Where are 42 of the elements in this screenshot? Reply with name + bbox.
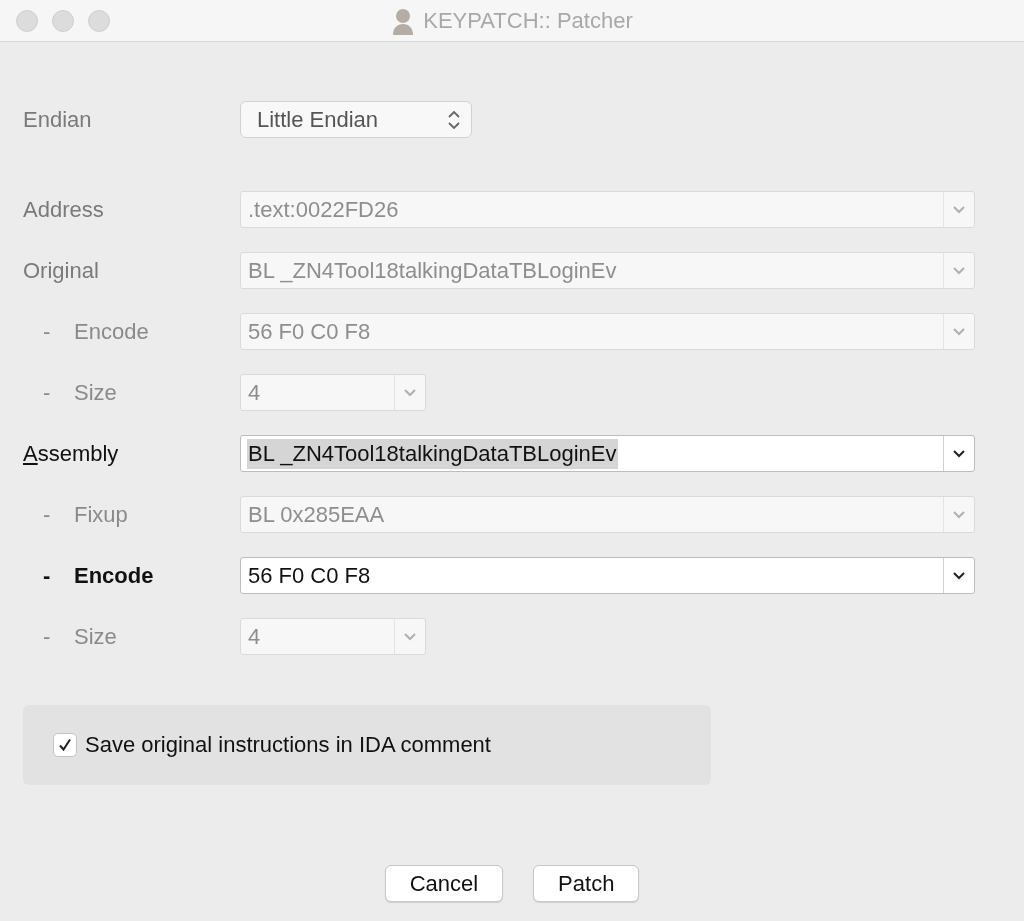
- zoom-button[interactable]: [88, 9, 110, 32]
- combo-field[interactable]: 56 F0 C0 F8: [240, 557, 975, 594]
- checkmark-icon: [57, 737, 73, 753]
- dash-text: -: [42, 623, 52, 650]
- dialog-button[interactable]: Patch: [533, 865, 640, 902]
- field-label: Endian: [23, 106, 92, 133]
- field-label: Address: [23, 196, 104, 223]
- dash-text: -: [42, 379, 52, 406]
- combo-field[interactable]: BL _ZN4Tool18talkingDataTBLoginEv: [240, 252, 975, 289]
- field-label: Size: [74, 379, 117, 406]
- checkbox[interactable]: [53, 733, 77, 757]
- dash-text: -: [42, 562, 52, 589]
- chevron-down-icon: [952, 327, 966, 336]
- combo-field[interactable]: .text:0022FD26: [240, 191, 975, 228]
- chevron-down-icon: [952, 571, 966, 580]
- chevron-down-icon: [952, 266, 966, 275]
- field-label: Original: [23, 257, 99, 284]
- person-silhouette-icon: [391, 6, 416, 35]
- field-label: Fixup: [74, 501, 128, 528]
- field-label: Encode: [74, 562, 154, 589]
- close-button[interactable]: [16, 9, 38, 32]
- dialog-button[interactable]: Cancel: [384, 865, 504, 902]
- dash-text: -: [42, 501, 52, 528]
- chevron-down-icon: [952, 510, 966, 519]
- combo-field[interactable]: 4: [240, 618, 426, 655]
- field-label: Encode: [74, 318, 149, 345]
- field-label: Assembly: [23, 440, 119, 467]
- checkbox-label: Save original instructions in IDA comment: [85, 732, 491, 758]
- minimize-button[interactable]: [52, 9, 74, 32]
- chevron-down-icon: [403, 632, 417, 641]
- combo-field[interactable]: 56 F0 C0 F8: [240, 313, 975, 350]
- combo-field[interactable]: 4: [240, 374, 426, 411]
- up-down-chevron-icon: [447, 108, 461, 131]
- field-label: Size: [74, 623, 117, 650]
- chevron-down-icon: [403, 388, 417, 397]
- chevron-down-icon: [952, 205, 966, 214]
- combo-field[interactable]: BL _ZN4Tool18talkingDataTBLoginEv: [240, 435, 975, 472]
- combo-field[interactable]: BL 0x285EAA: [240, 496, 975, 533]
- dash-text: -: [42, 318, 52, 345]
- chevron-down-icon: [952, 449, 966, 458]
- endian-select[interactable]: Little Endian: [240, 101, 472, 138]
- window-title: KEYPATCH:: Patcher: [423, 7, 633, 34]
